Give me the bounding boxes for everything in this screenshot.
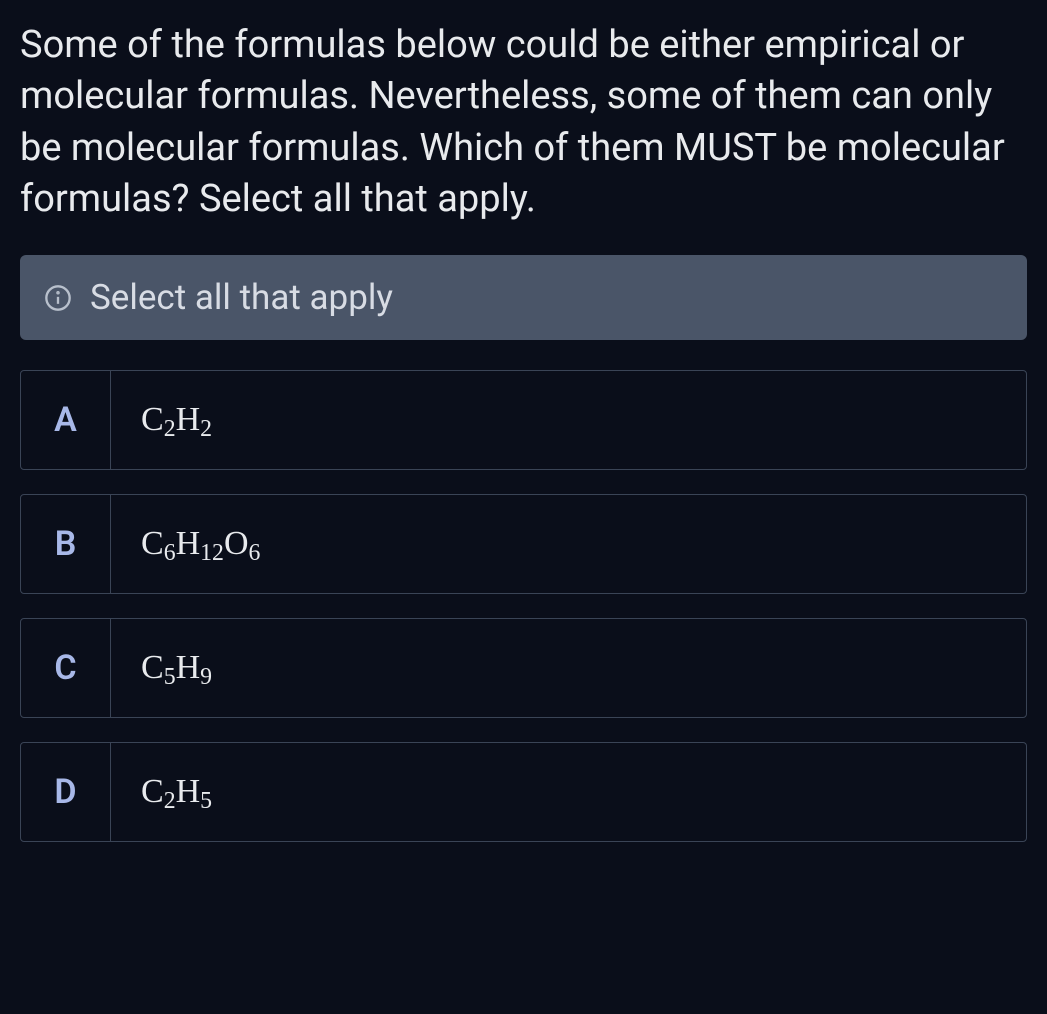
option-letter: A	[21, 371, 111, 469]
option-c[interactable]: C C5H9	[20, 618, 1027, 718]
option-content: C6H12O6	[111, 495, 1026, 593]
option-a[interactable]: A C2H2	[20, 370, 1027, 470]
question-text: Some of the formulas below could be eith…	[20, 20, 1027, 225]
chemical-formula: C5H9	[141, 649, 212, 687]
option-d[interactable]: D C2H5	[20, 742, 1027, 842]
chemical-formula: C6H12O6	[141, 525, 260, 563]
options-container: A C2H2 B C6H12O6 C C5H9 D C2H5	[20, 370, 1027, 842]
option-content: C5H9	[111, 619, 1026, 717]
chemical-formula: C2H2	[141, 401, 212, 439]
option-content: C2H5	[111, 743, 1026, 841]
option-letter: D	[21, 743, 111, 841]
option-letter: B	[21, 495, 111, 593]
chemical-formula: C2H5	[141, 773, 212, 811]
info-banner: Select all that apply	[20, 255, 1027, 340]
info-icon	[44, 284, 72, 312]
option-letter: C	[21, 619, 111, 717]
option-b[interactable]: B C6H12O6	[20, 494, 1027, 594]
info-banner-text: Select all that apply	[90, 277, 393, 318]
option-content: C2H2	[111, 371, 1026, 469]
